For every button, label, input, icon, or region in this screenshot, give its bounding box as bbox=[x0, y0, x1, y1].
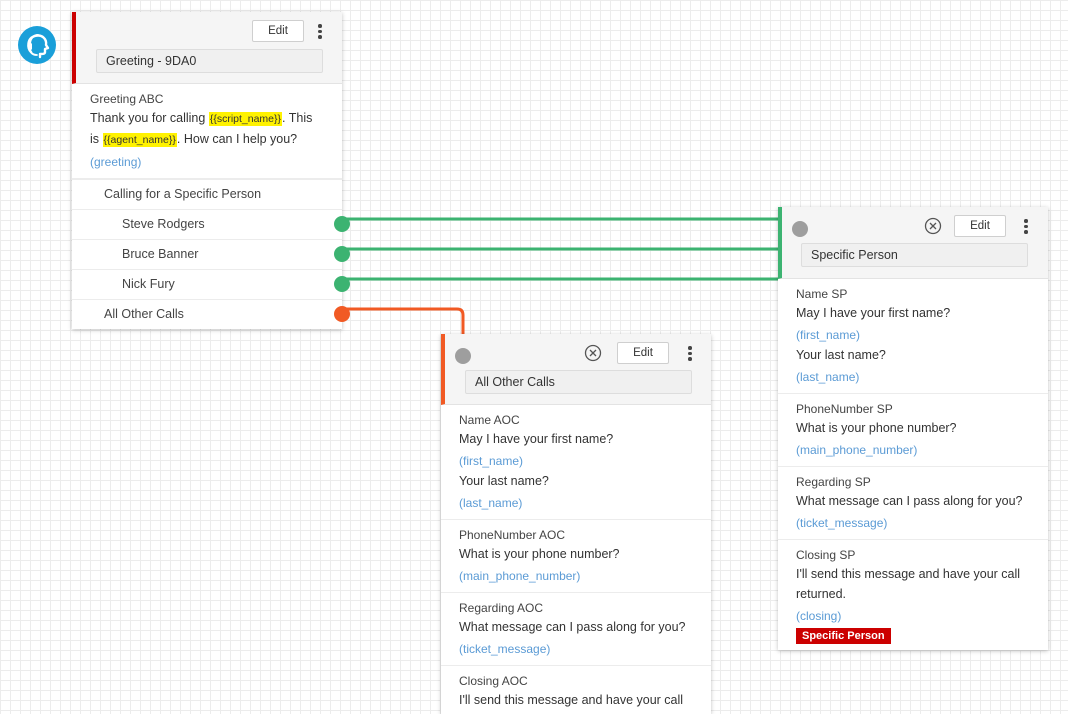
section-title: Closing AOC bbox=[459, 674, 528, 688]
section-title: Greeting ABC bbox=[90, 92, 164, 106]
variable-label: (first_name) bbox=[459, 454, 524, 468]
close-icon[interactable] bbox=[584, 344, 602, 362]
branch-steve-rodgers[interactable]: Steve Rodgers bbox=[72, 209, 350, 239]
script-text: . How can I help you? bbox=[176, 132, 298, 146]
script-section[interactable]: Regarding AOC What message can I pass al… bbox=[441, 593, 711, 666]
specific-person-node[interactable]: Edit Specific Person Name SP May I have … bbox=[778, 207, 1048, 650]
branch-all-other-calls[interactable]: All Other Calls bbox=[72, 299, 350, 329]
variable-label: (last_name) bbox=[796, 370, 860, 384]
section-title: Regarding SP bbox=[796, 475, 871, 489]
branch-nick-fury[interactable]: Nick Fury bbox=[72, 269, 350, 299]
script-text: May I have your first name? bbox=[796, 306, 951, 320]
script-text: What message can I pass along for you? bbox=[459, 620, 686, 634]
edit-button[interactable]: Edit bbox=[617, 342, 669, 364]
specific-person-node-header: Edit Specific Person bbox=[778, 207, 1048, 279]
all-other-calls-node-header: Edit All Other Calls bbox=[441, 334, 711, 405]
variable-label: (last_name) bbox=[459, 496, 523, 510]
script-section[interactable]: Closing AOC I'll send this message and h… bbox=[441, 666, 711, 714]
branch-bruce-banner[interactable]: Bruce Banner bbox=[72, 239, 350, 269]
output-handle[interactable] bbox=[334, 276, 350, 292]
variable-label: (main_phone_number) bbox=[459, 569, 581, 583]
variable-label: (closing) bbox=[796, 609, 842, 623]
variable-label: (ticket_message) bbox=[796, 516, 888, 530]
section-title: PhoneNumber SP bbox=[796, 402, 893, 416]
branch-label: All Other Calls bbox=[104, 307, 184, 321]
script-text: I'll send this message and have your cal… bbox=[459, 693, 684, 707]
greeting-node-header: Edit Greeting - 9DA0 bbox=[72, 12, 342, 84]
script-section[interactable]: Regarding SP What message can I pass alo… bbox=[778, 467, 1048, 540]
branch-label: Bruce Banner bbox=[122, 247, 199, 261]
more-options-icon[interactable] bbox=[1020, 217, 1032, 237]
script-text: What message can I pass along for you? bbox=[796, 494, 1023, 508]
script-section[interactable]: PhoneNumber SP What is your phone number… bbox=[778, 394, 1048, 467]
specific-person-tag: Specific Person bbox=[796, 628, 891, 644]
section-title: Name AOC bbox=[459, 413, 520, 427]
connector-all-other-calls bbox=[341, 307, 465, 336]
variable-label: (ticket_message) bbox=[459, 642, 551, 656]
output-handle[interactable] bbox=[334, 216, 350, 232]
script-text: What is your phone number? bbox=[459, 547, 620, 561]
node-title-field[interactable]: Greeting - 9DA0 bbox=[96, 49, 323, 73]
script-text: Thank you for calling bbox=[90, 111, 209, 125]
agent-name-variable: {{agent_name}} bbox=[102, 133, 177, 147]
section-title: PhoneNumber AOC bbox=[459, 528, 566, 542]
all-other-calls-node[interactable]: Edit All Other Calls Name AOC May I have… bbox=[441, 334, 711, 714]
branch-group-label: Calling for a Specific Person bbox=[72, 179, 342, 209]
script-section[interactable]: PhoneNumber AOC What is your phone numbe… bbox=[441, 520, 711, 593]
script-name-variable: {{script_name}} bbox=[208, 112, 283, 126]
script-text: Your last name? bbox=[459, 474, 549, 488]
greeting-script-text: Thank you for calling {{script_name}}. T… bbox=[90, 108, 332, 150]
edit-button[interactable]: Edit bbox=[954, 215, 1006, 237]
script-section[interactable]: Name SP May I have your first name? (fir… bbox=[778, 279, 1048, 394]
script-text: What is your phone number? bbox=[796, 421, 957, 435]
edit-button[interactable]: Edit bbox=[252, 20, 304, 42]
script-text: Your last name? bbox=[796, 348, 886, 362]
agent-headset-icon[interactable] bbox=[18, 26, 56, 64]
node-title-field[interactable]: All Other Calls bbox=[465, 370, 692, 394]
branch-label: Steve Rodgers bbox=[122, 217, 205, 231]
node-title-field[interactable]: Specific Person bbox=[801, 243, 1028, 267]
more-options-icon[interactable] bbox=[684, 344, 696, 364]
variable-label: (main_phone_number) bbox=[796, 443, 918, 457]
input-handle[interactable] bbox=[455, 348, 471, 364]
variable-label: (greeting) bbox=[90, 155, 142, 169]
output-handle[interactable] bbox=[334, 246, 350, 262]
greeting-section[interactable]: Greeting ABC Thank you for calling {{scr… bbox=[72, 84, 342, 179]
script-text: May I have your first name? bbox=[459, 432, 614, 446]
script-section[interactable]: Name AOC May I have your first name? (fi… bbox=[441, 405, 711, 520]
script-text: I'll send this message and have your cal… bbox=[796, 567, 1021, 601]
output-handle[interactable] bbox=[334, 306, 350, 322]
section-title: Regarding AOC bbox=[459, 601, 544, 615]
script-section[interactable]: Closing SP I'll send this message and ha… bbox=[778, 540, 1048, 650]
section-title: Closing SP bbox=[796, 548, 856, 562]
branch-label: Nick Fury bbox=[122, 277, 175, 291]
section-title: Name SP bbox=[796, 287, 848, 301]
variable-label: (first_name) bbox=[796, 328, 861, 342]
more-options-icon[interactable] bbox=[314, 22, 326, 42]
close-icon[interactable] bbox=[924, 217, 942, 235]
input-handle[interactable] bbox=[792, 221, 808, 237]
greeting-node[interactable]: Edit Greeting - 9DA0 Greeting ABC Thank … bbox=[72, 12, 350, 329]
